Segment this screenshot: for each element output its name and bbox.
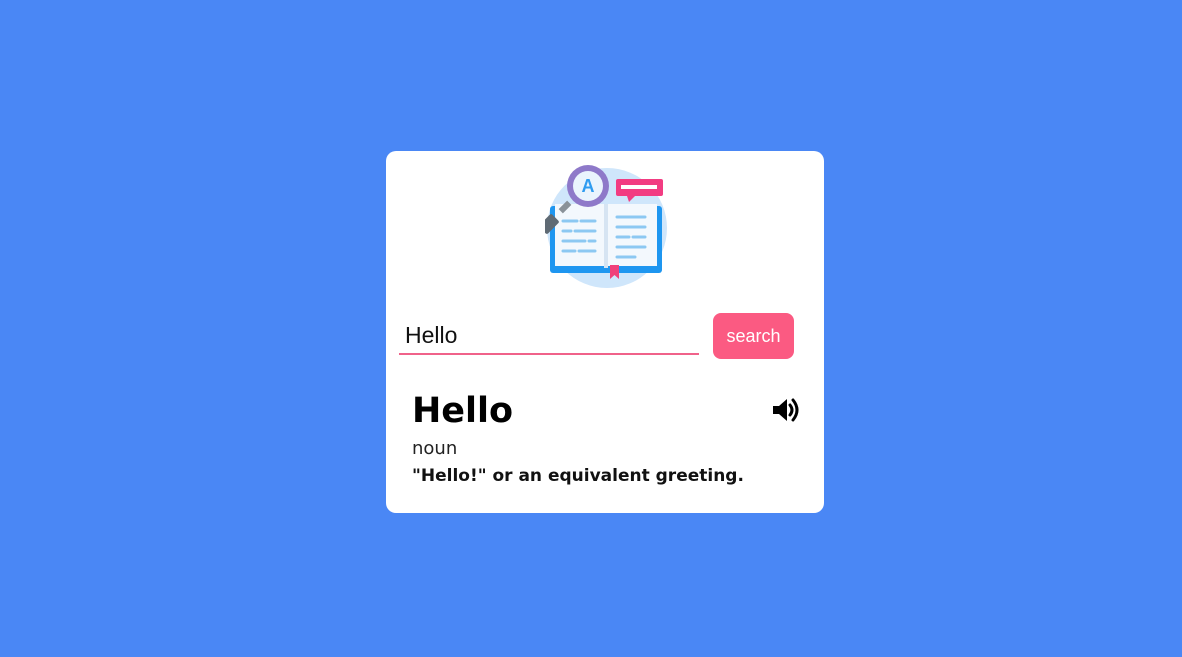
dictionary-logo-icon: A [545, 165, 667, 288]
speaker-icon[interactable] [771, 396, 801, 424]
definition-text: "Hello!" or an equivalent greeting. [412, 466, 744, 486]
search-button[interactable]: search [713, 313, 794, 359]
result-word: Hello [412, 391, 514, 431]
part-of-speech: noun [412, 438, 458, 459]
search-input[interactable] [399, 313, 699, 355]
svg-text:A: A [582, 176, 595, 196]
